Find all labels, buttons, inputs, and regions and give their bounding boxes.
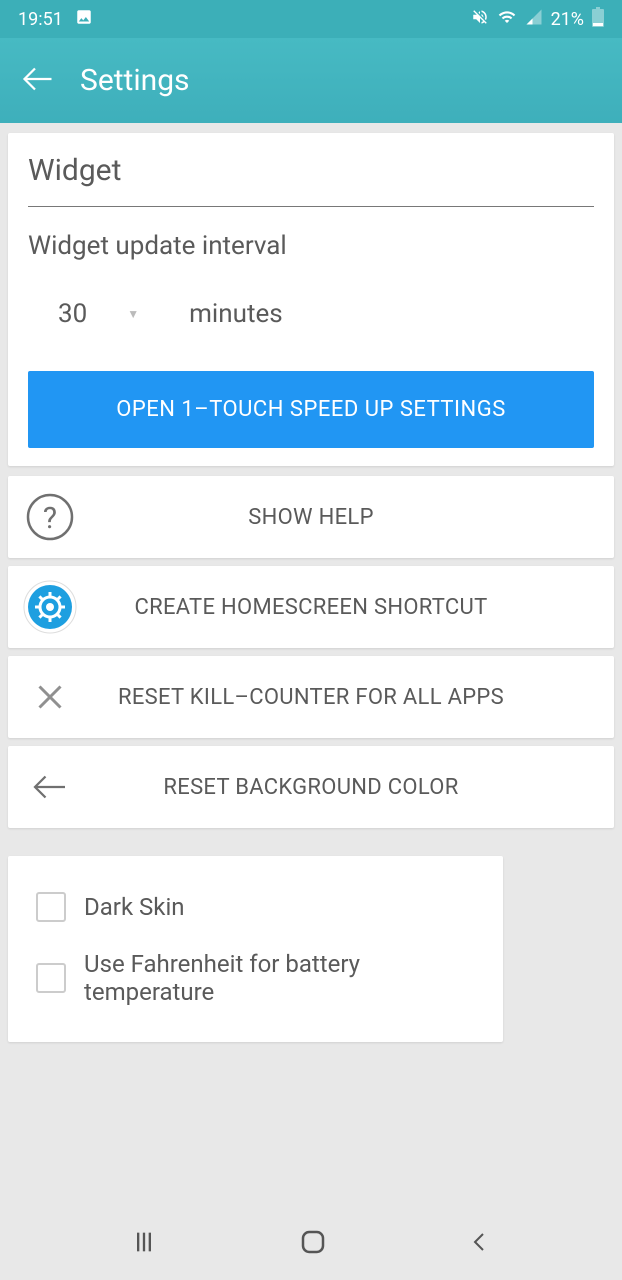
app-bar: Settings — [0, 38, 622, 123]
create-shortcut-button[interactable]: CREATE HOMESCREEN SHORTCUT — [8, 566, 614, 648]
checkbox-icon — [36, 892, 66, 922]
reset-bg-color-label: RESET BACKGROUND COLOR — [78, 775, 600, 800]
fahrenheit-label: Use Fahrenheit for battery temperature — [84, 950, 475, 1006]
checkbox-icon — [36, 963, 66, 993]
interval-label: Widget update interval — [28, 231, 594, 261]
interval-value: 30 — [58, 299, 87, 329]
preferences-card: Dark Skin Use Fahrenheit for battery tem… — [8, 856, 503, 1042]
status-bar: 19:51 21% — [0, 0, 622, 38]
svg-text:?: ? — [43, 501, 57, 536]
recent-apps-button[interactable] — [130, 1228, 158, 1260]
signal-icon — [525, 8, 543, 31]
help-icon: ? — [22, 489, 78, 545]
interval-spinner[interactable]: 30 ▼ — [58, 299, 139, 329]
close-icon — [22, 669, 78, 725]
battery-icon — [592, 7, 604, 32]
widget-section-title: Widget — [28, 153, 594, 188]
wifi-icon — [497, 8, 517, 31]
nav-back-button[interactable] — [468, 1228, 492, 1260]
reset-kill-counter-button[interactable]: RESET KILL–COUNTER FOR ALL APPS — [8, 656, 614, 738]
navigation-bar — [0, 1208, 622, 1280]
show-help-button[interactable]: ? SHOW HELP — [8, 476, 614, 558]
divider — [28, 206, 594, 207]
widget-card: Widget Widget update interval 30 ▼ minut… — [8, 133, 614, 466]
interval-unit: minutes — [189, 299, 283, 329]
create-shortcut-label: CREATE HOMESCREEN SHORTCUT — [78, 595, 600, 620]
reset-kill-counter-label: RESET KILL–COUNTER FOR ALL APPS — [78, 685, 600, 710]
reset-bg-color-button[interactable]: RESET BACKGROUND COLOR — [8, 746, 614, 828]
arrow-left-icon — [22, 759, 78, 815]
screenshot-icon — [75, 8, 93, 31]
chevron-down-icon: ▼ — [127, 307, 139, 321]
battery-percent: 21% — [551, 9, 584, 30]
show-help-label: SHOW HELP — [78, 505, 600, 530]
status-time: 19:51 — [18, 9, 63, 30]
back-arrow-icon[interactable] — [20, 61, 56, 101]
fahrenheit-checkbox[interactable]: Use Fahrenheit for battery temperature — [36, 936, 475, 1020]
dark-skin-checkbox[interactable]: Dark Skin — [36, 878, 475, 936]
home-button[interactable] — [298, 1227, 328, 1261]
open-speedup-button[interactable]: OPEN 1–TOUCH SPEED UP SETTINGS — [28, 371, 594, 448]
gear-icon — [22, 579, 78, 635]
dark-skin-label: Dark Skin — [84, 893, 185, 921]
page-title: Settings — [80, 63, 190, 98]
mute-icon — [471, 8, 489, 31]
